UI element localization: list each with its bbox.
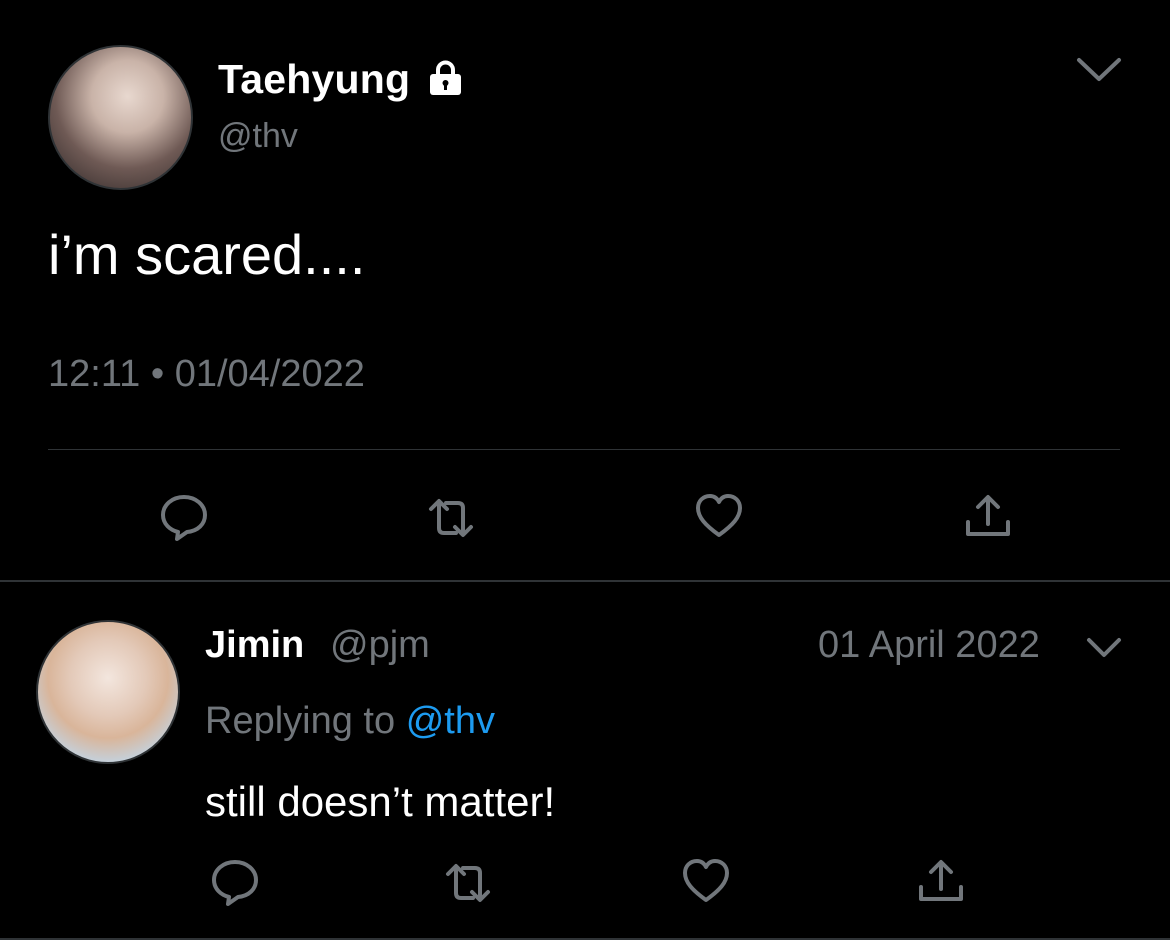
retweet-icon[interactable] <box>425 492 477 544</box>
reply-text: still doesn’t matter! <box>205 778 556 825</box>
reply-author-avatar[interactable] <box>36 620 180 764</box>
replying-to-link[interactable]: @thv <box>406 700 495 742</box>
retweet-icon[interactable] <box>442 857 494 909</box>
author-handle[interactable]: @thv <box>218 117 298 156</box>
reply-icon[interactable] <box>209 855 261 907</box>
replying-prefix: Replying to <box>205 700 396 742</box>
replying-to: Replying to @thv <box>205 700 495 743</box>
author-avatar[interactable] <box>48 45 193 190</box>
section-divider <box>0 580 1170 582</box>
reply-author-name[interactable]: Jimin <box>205 624 304 667</box>
like-icon[interactable] <box>693 490 745 542</box>
reply-icon[interactable] <box>158 490 210 542</box>
author-display-name[interactable]: Taehyung <box>218 56 410 103</box>
chevron-down-icon[interactable] <box>1075 56 1123 84</box>
share-icon[interactable] <box>962 490 1014 542</box>
reply-author-handle[interactable]: @pjm <box>330 624 430 667</box>
like-icon[interactable] <box>680 855 732 907</box>
tweet-timestamp[interactable]: 12:11 • 01/04/2022 <box>48 353 365 396</box>
tweet-text: i’m scared.... <box>48 223 366 286</box>
chevron-down-icon[interactable] <box>1085 636 1123 660</box>
reply-date[interactable]: 01 April 2022 <box>818 624 1040 667</box>
share-icon[interactable] <box>915 855 967 907</box>
lock-icon <box>427 60 464 96</box>
divider <box>48 449 1120 450</box>
